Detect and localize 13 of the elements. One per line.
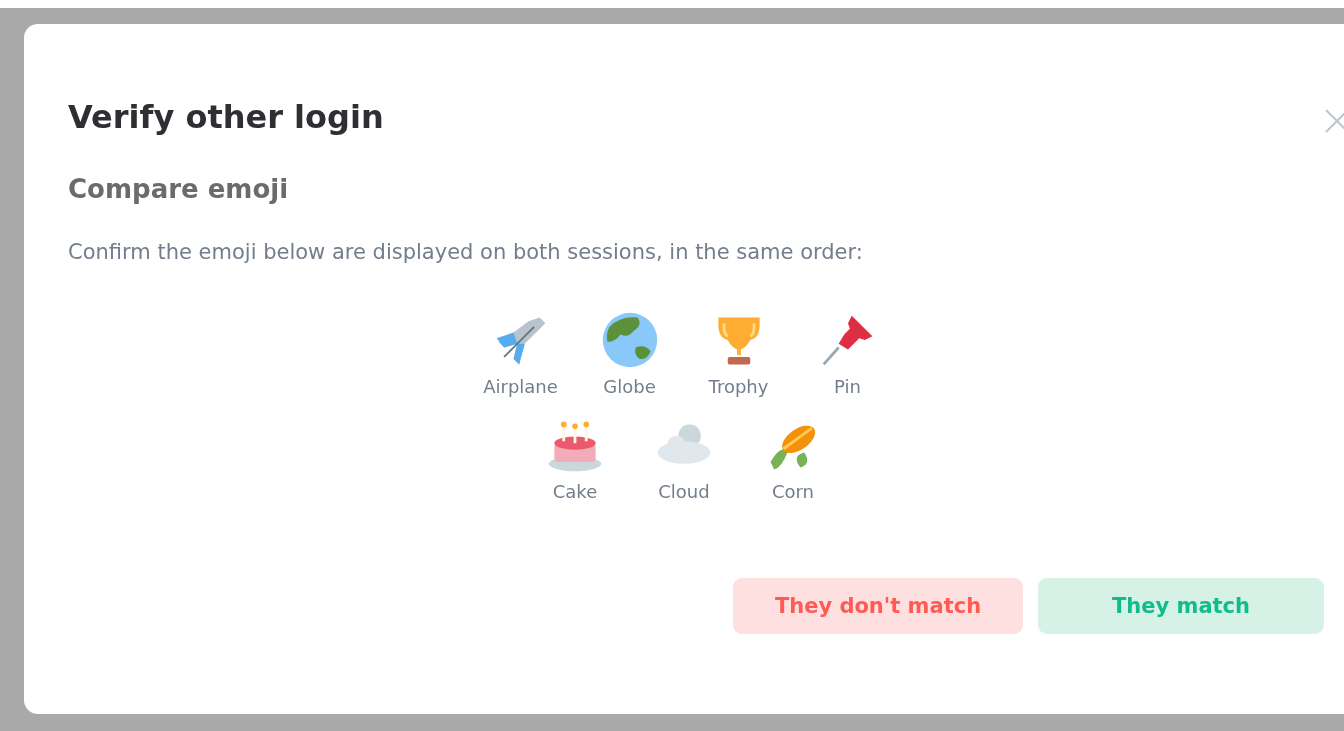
emoji-label: Cloud bbox=[658, 481, 710, 502]
dialog-title: Verify other login bbox=[68, 98, 384, 136]
reject-button[interactable]: They don't match bbox=[733, 578, 1023, 634]
emoji-label: Cake bbox=[552, 481, 598, 502]
emoji-label: Airplane bbox=[483, 376, 558, 397]
emoji-label: Trophy bbox=[708, 376, 769, 397]
close-icon[interactable] bbox=[1324, 108, 1344, 134]
emoji-label: Pin bbox=[834, 376, 861, 397]
instruction-text: Confirm the emoji below are displayed on both sessions, in the same order: bbox=[68, 240, 864, 264]
emoji-label: Globe bbox=[603, 376, 656, 397]
section-heading: Compare emoji bbox=[68, 174, 289, 204]
emoji-label: Corn bbox=[771, 481, 815, 502]
confirm-button[interactable]: They match bbox=[1038, 578, 1324, 634]
